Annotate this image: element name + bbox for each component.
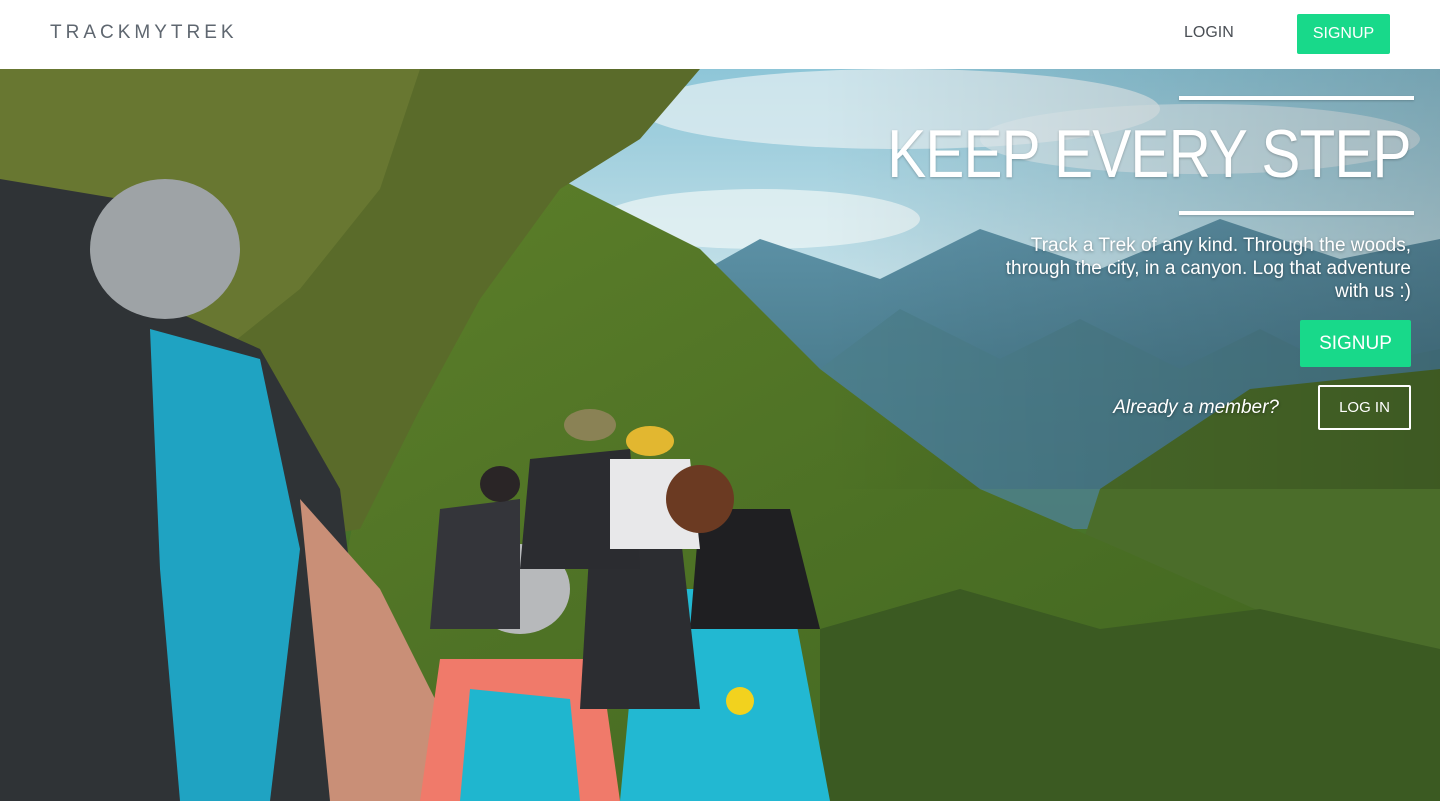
member-prompt: Already a member?: [1113, 397, 1279, 418]
nav-signup-button[interactable]: SIGNUP: [1297, 14, 1390, 54]
hero-login-button[interactable]: LOG IN: [1318, 385, 1411, 430]
headline-rule-top: [1179, 96, 1414, 100]
hero-headline: KEEP EVERY STEP: [887, 116, 1412, 192]
nav-login-link[interactable]: LOGIN: [1184, 24, 1234, 42]
brand-logo[interactable]: TRACKMYTREK: [50, 22, 238, 44]
headline-rule-bottom: [1179, 211, 1414, 215]
hero-tagline: Track a Trek of any kind. Through the wo…: [1005, 235, 1411, 302]
hero-section: KEEP EVERY STEP Track a Trek of any kind…: [0, 69, 1440, 801]
hero-signup-button[interactable]: SIGNUP: [1300, 320, 1411, 367]
top-navbar: TRACKMYTREK LOGIN SIGNUP: [0, 0, 1440, 69]
